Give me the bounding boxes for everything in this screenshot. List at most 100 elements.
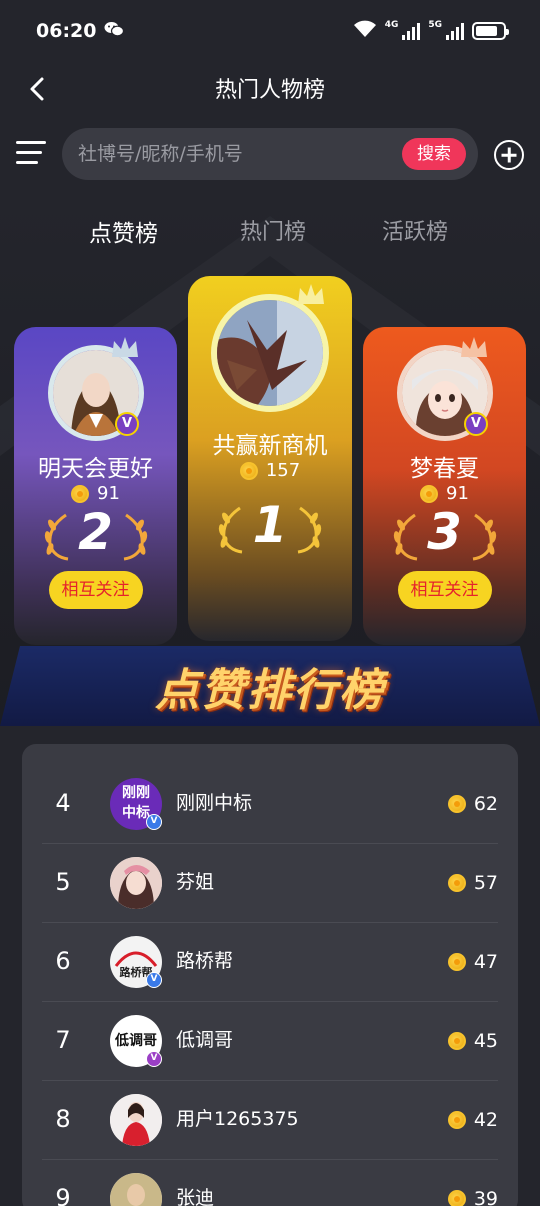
list-item[interactable]: 7 低调哥 V 低调哥 45: [42, 1001, 498, 1080]
row-score-value: 39: [473, 1187, 498, 1206]
podium-score-third: 91: [363, 483, 526, 504]
wechat-icon: [104, 21, 125, 41]
podium-name-first: 共赢新商机: [212, 433, 328, 459]
podium-name-second: 明天会更好: [38, 456, 153, 482]
coin-icon: [447, 952, 466, 971]
row-score: 47: [447, 922, 498, 1001]
row-score-value: 42: [473, 1108, 498, 1131]
search-row: 搜索: [0, 128, 540, 182]
crown-icon: [459, 335, 489, 359]
podium-score-value-third: 91: [446, 483, 469, 504]
crown-icon: [110, 335, 140, 359]
podium-score-value-first: 157: [265, 460, 301, 481]
avatar[interactable]: [110, 1094, 162, 1146]
list-item[interactable]: 5 芬姐 57: [42, 843, 498, 922]
coin-icon: [71, 484, 90, 503]
laurel-right-icon: [469, 511, 499, 563]
row-name[interactable]: 低调哥: [176, 1001, 233, 1080]
row-rank: 5: [55, 868, 71, 896]
search-box: 搜索: [62, 128, 478, 180]
row-rank: 6: [55, 947, 71, 975]
avatar[interactable]: [110, 1173, 162, 1206]
tab-active[interactable]: 活跃榜: [382, 214, 448, 246]
menu-icon[interactable]: [16, 141, 46, 167]
list-item[interactable]: 9 张迪 39: [42, 1159, 498, 1206]
podium-card-third[interactable]: V 梦春夏 91 3 相互关注: [363, 327, 526, 645]
status-icons: 4G 5G: [353, 20, 509, 42]
podium-rank-third: 3: [427, 503, 462, 561]
ranking-banner: 点赞排行榜: [0, 640, 540, 728]
network-5g-label: 5G: [428, 20, 442, 30]
coin-icon: [447, 794, 466, 813]
ranking-list: 4 刚刚 中标 V 刚刚中标 62 5 芬姐 57 6 路桥帮 V 路桥帮 47…: [22, 744, 518, 1206]
podium-score-first: 157: [188, 460, 352, 481]
avatar-first[interactable]: [211, 294, 329, 412]
verified-badge: V: [146, 1051, 162, 1067]
coin-icon: [447, 873, 466, 892]
divider: [42, 1001, 498, 1002]
battery-icon: [472, 22, 509, 40]
row-rank: 4: [55, 789, 71, 817]
follow-button-second[interactable]: 相互关注: [48, 571, 143, 609]
row-score: 39: [447, 1159, 498, 1206]
row-name[interactable]: 芬姐: [176, 843, 214, 922]
tab-likes[interactable]: 点赞榜: [89, 214, 158, 248]
list-item[interactable]: 4 刚刚 中标 V 刚刚中标 62: [42, 764, 498, 843]
wifi-icon: [353, 20, 377, 42]
row-score-value: 57: [473, 871, 498, 894]
tab-hot[interactable]: 热门榜: [240, 214, 306, 246]
status-time: 06:20: [36, 20, 97, 42]
divider: [42, 1159, 498, 1160]
header: 热门人物榜: [0, 62, 540, 116]
verified-badge: V: [115, 412, 139, 436]
avatar[interactable]: [110, 857, 162, 909]
row-rank: 7: [55, 1026, 71, 1054]
coin-icon: [447, 1110, 466, 1129]
signal-icon: [402, 22, 421, 40]
search-input[interactable]: [78, 138, 378, 170]
row-name[interactable]: 路桥帮: [176, 922, 233, 1001]
row-rank: 8: [55, 1105, 71, 1133]
network-4g-label: 4G: [384, 20, 399, 30]
add-icon[interactable]: [494, 140, 524, 170]
divider: [42, 843, 498, 844]
row-score-value: 62: [473, 792, 498, 815]
podium-name-third: 梦春夏: [410, 456, 479, 482]
coin-icon: [447, 1031, 466, 1050]
row-name[interactable]: 刚刚中标: [176, 764, 252, 843]
row-score: 57: [447, 843, 498, 922]
row-score: 42: [447, 1080, 498, 1159]
coin-icon: [420, 484, 439, 503]
page-title: 热门人物榜: [214, 78, 325, 103]
row-score-value: 47: [473, 950, 498, 973]
row-name[interactable]: 张迪: [176, 1159, 214, 1206]
row-score-value: 45: [473, 1029, 498, 1052]
podium-score-value-second: 91: [97, 483, 120, 504]
row-rank: 9: [55, 1184, 71, 1206]
signal-icon-2: [446, 22, 464, 40]
row-score: 45: [447, 1001, 498, 1080]
podium-card-first[interactable]: 共赢新商机 157 1: [188, 276, 352, 641]
podium-rank-first: 1: [252, 496, 288, 554]
status-bar: 06:20 4G 5G: [0, 0, 540, 62]
podium-score-second: 91: [14, 483, 177, 504]
list-item[interactable]: 6 路桥帮 V 路桥帮 47: [42, 922, 498, 1001]
banner-title: 点赞排行榜: [155, 665, 385, 716]
avatar-text: 低调哥: [115, 1033, 157, 1049]
verified-badge: V: [146, 814, 162, 830]
laurel-right-icon: [294, 504, 324, 556]
row-name[interactable]: 用户1265375: [176, 1080, 299, 1159]
verified-badge: V: [146, 972, 162, 988]
follow-button-third[interactable]: 相互关注: [397, 571, 492, 609]
list-item[interactable]: 8 用户1265375 42: [42, 1080, 498, 1159]
crown-icon: [296, 282, 326, 306]
divider: [42, 922, 498, 923]
podium-rank-second: 2: [78, 503, 113, 561]
laurel-right-icon: [120, 511, 150, 563]
verified-badge: V: [464, 412, 488, 436]
row-score: 62: [447, 764, 498, 843]
tab-bar: 点赞榜 热门榜 活跃榜: [0, 214, 540, 254]
podium-card-second[interactable]: V 明天会更好 91 2 相互关注: [14, 327, 177, 645]
coin-icon: [239, 461, 258, 480]
search-button[interactable]: 搜索: [402, 138, 466, 170]
